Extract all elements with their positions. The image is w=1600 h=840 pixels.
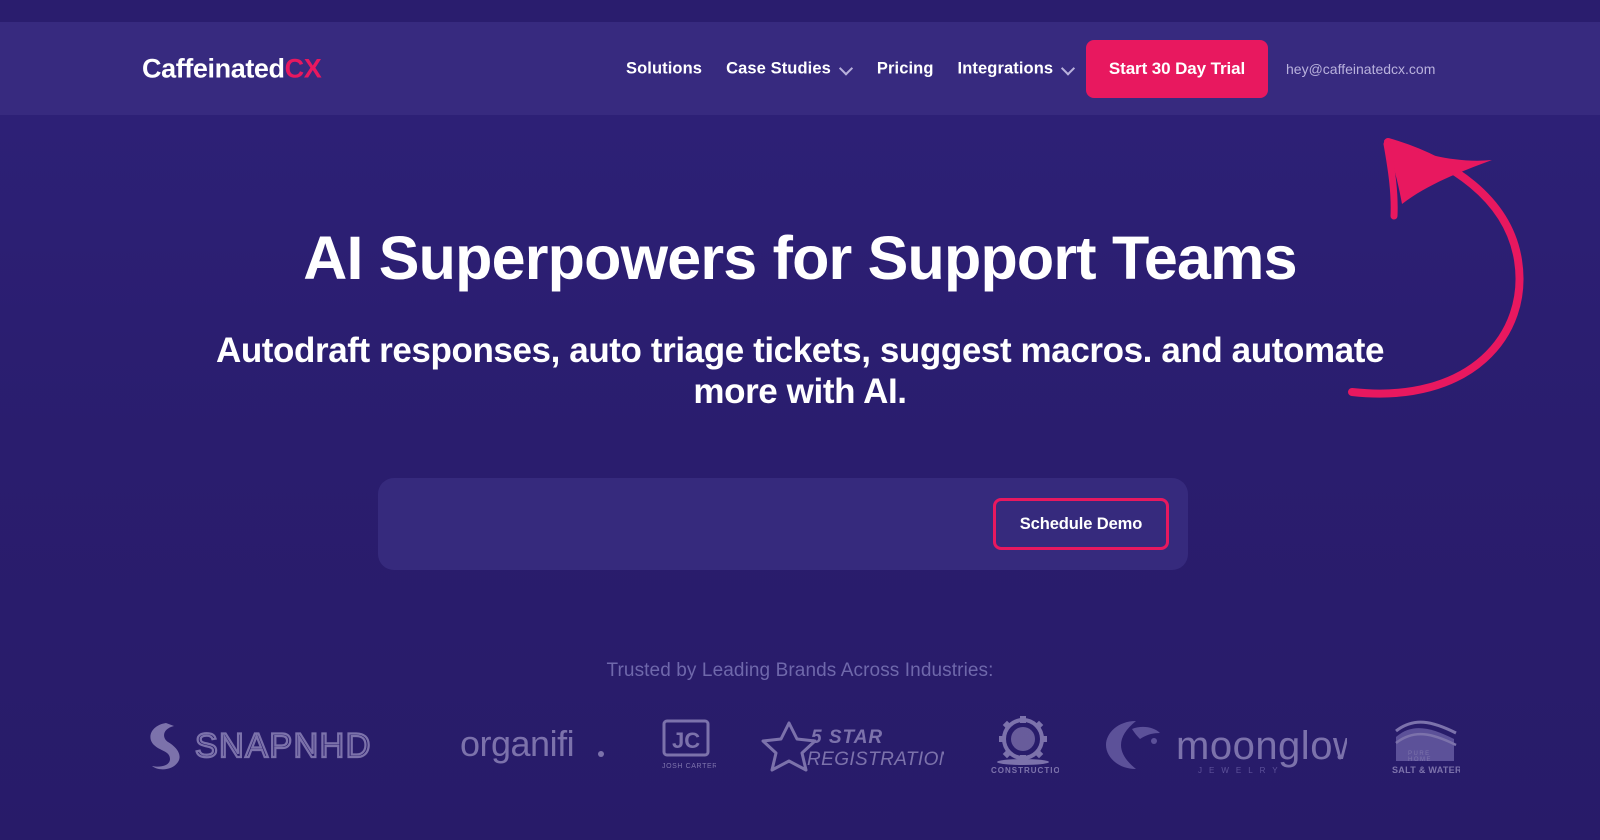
brand-logo-5-star-registration: 5 STAR REGISTRATION xyxy=(759,717,944,773)
nav-label-integrations: Integrations xyxy=(957,59,1054,77)
nav-label-pricing: Pricing xyxy=(876,59,934,77)
brand-logo-moonglow: moonglow JEWELRY xyxy=(1102,715,1347,775)
nav-label-solutions: Solutions xyxy=(626,59,703,77)
svg-text:JOSH CARTER: JOSH CARTER xyxy=(662,763,716,770)
svg-text:CONSTRUCTION: CONSTRUCTION xyxy=(991,766,1059,775)
brand-logo-salt-and-water: PURE HOME SALT & WATER xyxy=(1390,715,1460,775)
brand-logo[interactable]: CaffeinatedCX xyxy=(142,53,322,84)
nav-item-integrations[interactable]: Integrations xyxy=(958,59,1076,78)
nav-item-case-studies[interactable]: Case Studies xyxy=(726,59,853,78)
primary-nav: Solutions Case Studies Pricing Integrati… xyxy=(626,59,1075,78)
svg-text:organifi: organifi xyxy=(460,723,574,764)
hero-title: AI Superpowers for Support Teams xyxy=(303,224,1297,292)
page-root: CaffeinatedCX Solutions Case Studies Pri… xyxy=(0,0,1600,840)
start-trial-button[interactable]: Start 30 Day Trial xyxy=(1086,39,1268,98)
brand-logo-row: SNAPNHD organifi JC JOSH CARTER 5 STAR R… xyxy=(140,705,1460,785)
trusted-by-label: Trusted by Leading Brands Across Industr… xyxy=(606,660,994,681)
cta-panel: Schedule Demo xyxy=(378,478,1188,570)
svg-text:REGISTRATION: REGISTRATION xyxy=(807,749,944,770)
cta-email-input[interactable] xyxy=(400,478,980,570)
schedule-demo-button[interactable]: Schedule Demo xyxy=(993,498,1169,550)
nav-item-pricing[interactable]: Pricing xyxy=(877,59,934,78)
top-strip xyxy=(0,0,1600,22)
svg-text:5 STAR: 5 STAR xyxy=(811,727,883,748)
site-header: CaffeinatedCX Solutions Case Studies Pri… xyxy=(0,22,1600,115)
hero-subtitle: Autodraft responses, auto triage tickets… xyxy=(215,331,1385,412)
hero-section: AI Superpowers for Support Teams Autodra… xyxy=(0,115,1600,840)
brand-logo-organifi: organifi xyxy=(458,718,613,772)
svg-text:HOME: HOME xyxy=(1408,757,1432,763)
chevron-down-icon xyxy=(1062,62,1075,75)
svg-text:JC: JC xyxy=(672,728,700,753)
chevron-down-icon xyxy=(840,62,853,75)
brand-logo-josh-carter: JC JOSH CARTER xyxy=(656,717,716,773)
brand-logo-accent: CX xyxy=(284,53,322,83)
brand-logo-snapnhd: SNAPNHD xyxy=(140,717,415,773)
svg-text:SALT & WATER: SALT & WATER xyxy=(1392,765,1460,775)
brand-logo-main: Caffeinated xyxy=(142,53,285,83)
header-contact-email[interactable]: hey@caffeinatedcx.com xyxy=(1286,61,1435,77)
brand-logo-construction: CONSTRUCTION xyxy=(987,715,1059,775)
nav-label-case-studies: Case Studies xyxy=(726,59,831,77)
nav-item-solutions[interactable]: Solutions xyxy=(626,59,702,78)
svg-text:JEWELRY: JEWELRY xyxy=(1198,766,1285,775)
svg-text:SNAPNHD: SNAPNHD xyxy=(195,727,372,765)
svg-text:moonglow: moonglow xyxy=(1176,724,1347,768)
